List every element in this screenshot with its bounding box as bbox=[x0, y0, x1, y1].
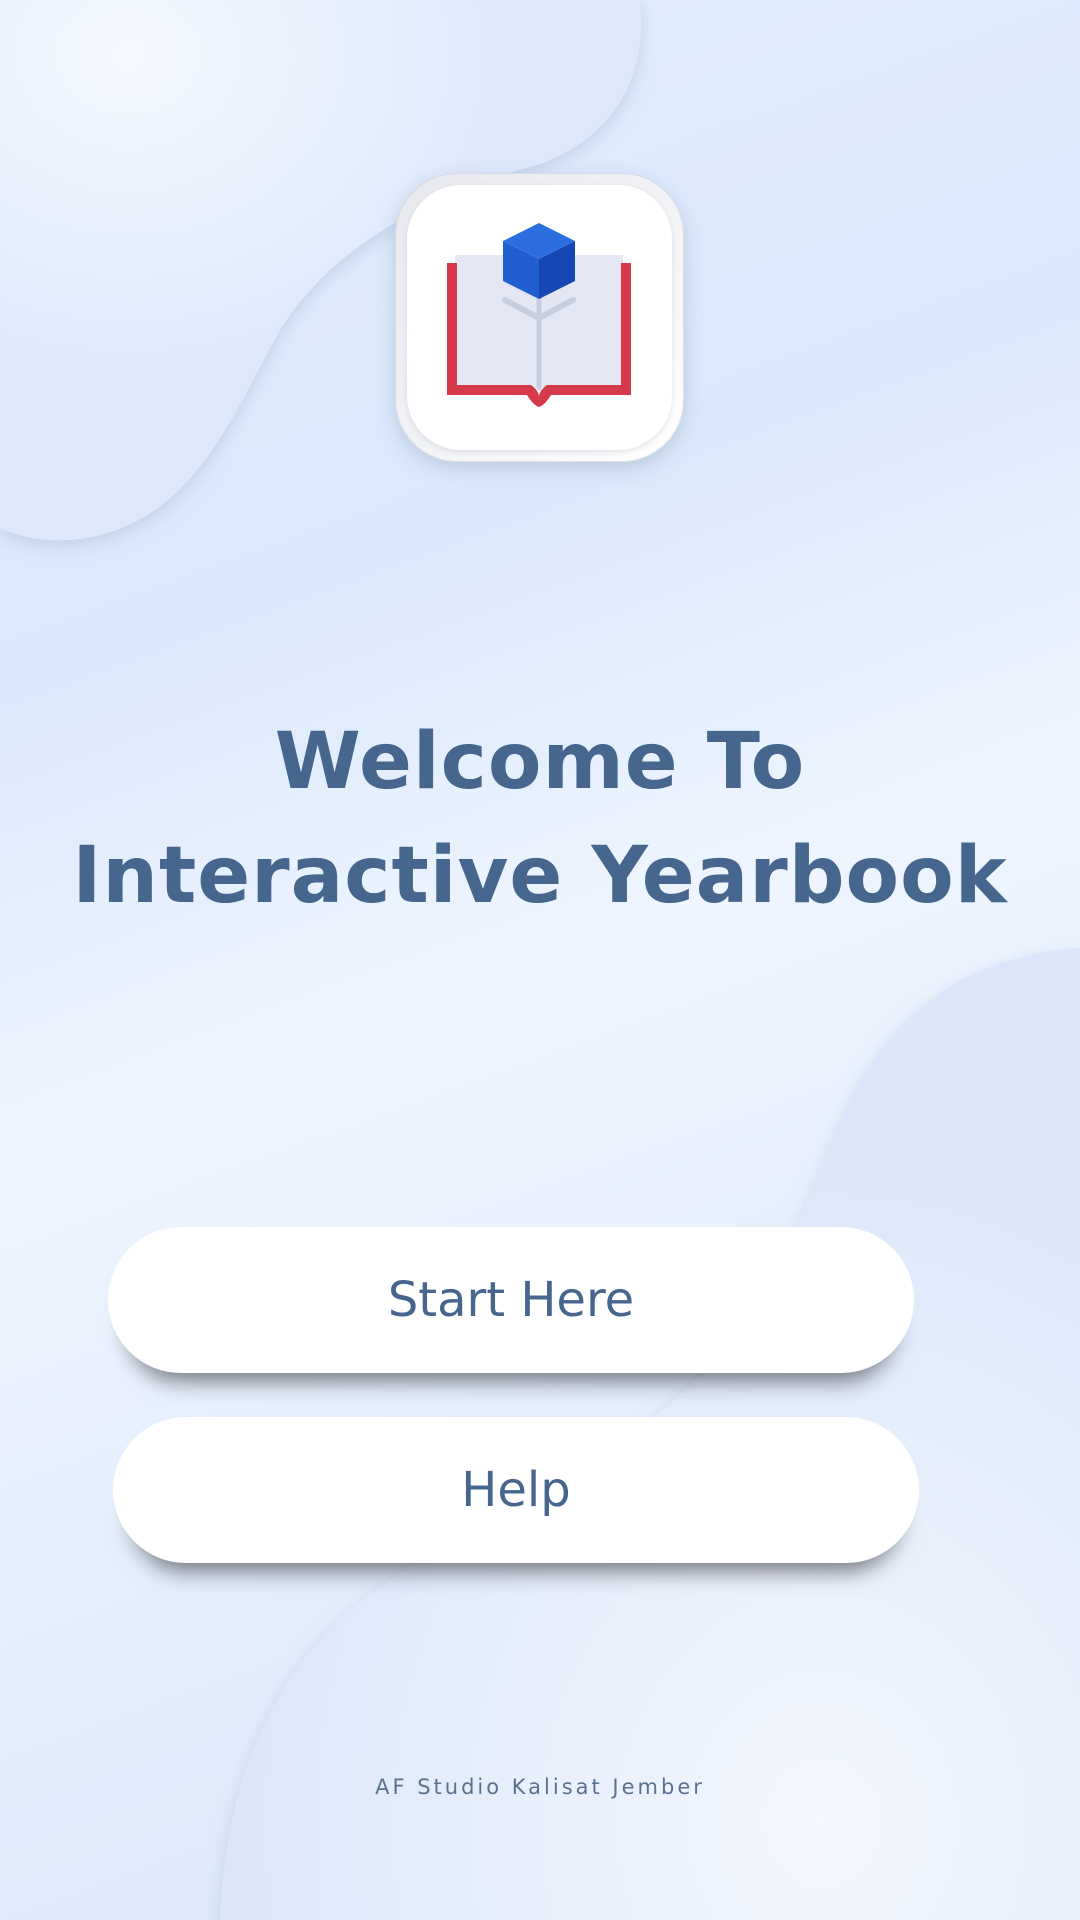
welcome-line-1: Welcome To bbox=[274, 717, 806, 807]
app-logo bbox=[395, 173, 684, 462]
welcome-heading: Welcome To Interactive Yearbook bbox=[40, 705, 1040, 933]
book-cube-icon bbox=[447, 223, 631, 407]
help-button[interactable]: Help bbox=[113, 1417, 919, 1563]
welcome-line-2: Interactive Yearbook bbox=[72, 831, 1008, 921]
start-here-button[interactable]: Start Here bbox=[108, 1227, 914, 1373]
footer-credit: AF Studio Kalisat Jember bbox=[375, 1775, 705, 1799]
